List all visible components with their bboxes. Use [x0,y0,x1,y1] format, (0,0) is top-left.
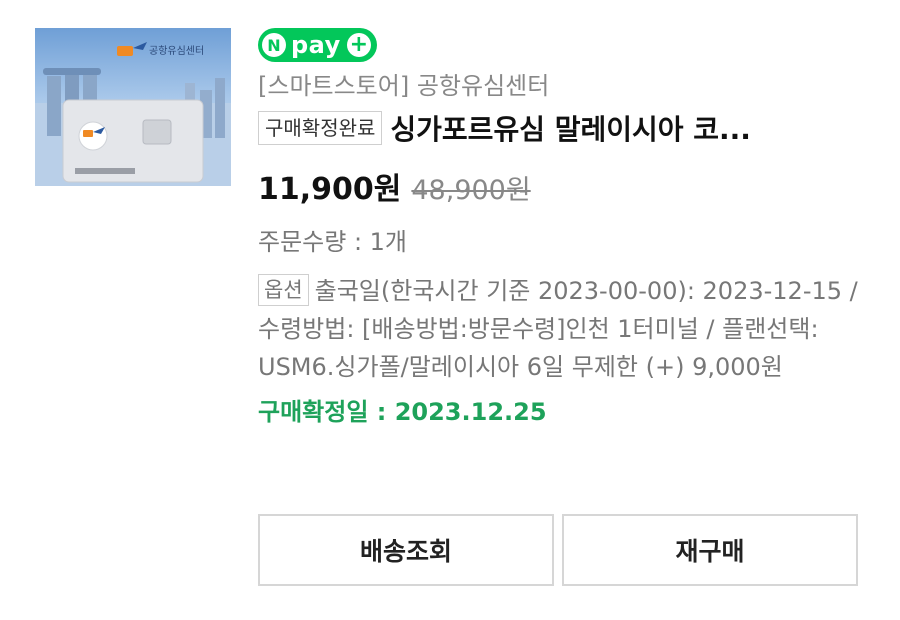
product-title-row[interactable]: 구매확정완료 싱가포르유심 말레이시아 코... [258,108,878,148]
product-title[interactable]: 싱가포르유심 말레이시아 코... [390,108,830,148]
track-delivery-button[interactable]: 배송조회 [258,514,554,586]
sim-card-image: 공항유심센터 [35,42,231,186]
status-badge: 구매확정완료 [258,111,383,145]
naver-pay-plus-badge: N pay + [258,28,377,62]
naver-n-icon: N [262,33,286,57]
original-price: 48,900원 [411,175,531,206]
option-badge: 옵션 [258,274,309,306]
price-row: 11,900원 48,900원 [258,164,878,208]
purchase-confirm-date: 구매확정일 : 2023.12.25 [258,398,547,426]
action-buttons: 배송조회 재구매 [258,514,858,586]
store-name[interactable]: [스마트스토어] 공항유심센터 [258,70,878,102]
sale-price: 11,900원 [258,172,402,207]
product-thumbnail[interactable]: 공항유심센터 [35,28,231,186]
pay-label: pay [291,31,341,59]
brand-logo-text: 공항유심센터 [149,45,204,57]
order-option: 옵션 출국일(한국시간 기준 2023-00-00): 2023-12-15 / … [258,272,858,386]
order-quantity: 주문수량 : 1개 [258,228,408,256]
reorder-button[interactable]: 재구매 [562,514,858,586]
plus-icon: + [346,33,371,57]
option-text: 출국일(한국시간 기준 2023-00-00): 2023-12-15 / 수령… [258,277,858,381]
